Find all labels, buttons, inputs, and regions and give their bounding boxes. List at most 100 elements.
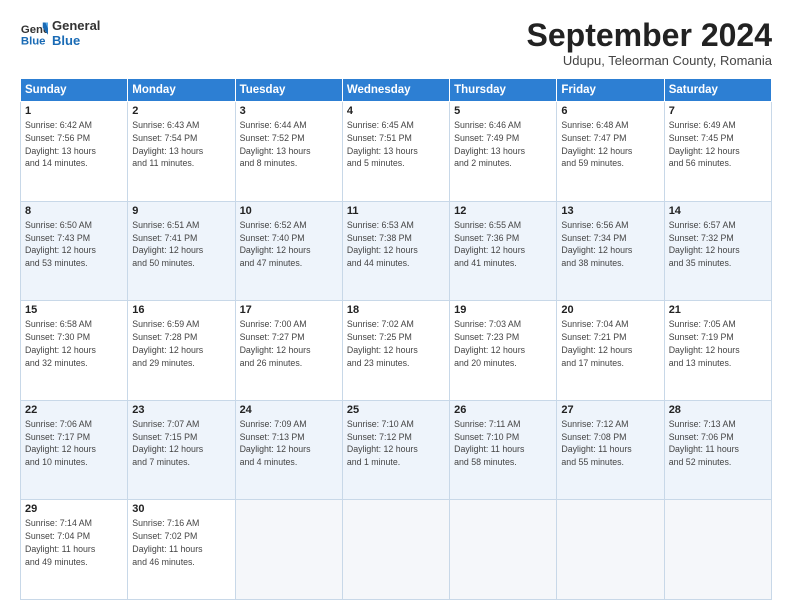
- info-line: Sunset: 7:34 PM: [561, 233, 626, 243]
- info-line: and 44 minutes.: [347, 258, 410, 268]
- info-line: Daylight: 11 hours: [132, 544, 202, 554]
- info-line: Sunrise: 7:05 AM: [669, 319, 736, 329]
- table-row: 20Sunrise: 7:04 AMSunset: 7:21 PMDayligh…: [557, 301, 664, 401]
- table-row: 11Sunrise: 6:53 AMSunset: 7:38 PMDayligh…: [342, 201, 449, 301]
- info-line: Sunrise: 6:49 AM: [669, 120, 736, 130]
- col-sunday: Sunday: [21, 79, 128, 102]
- table-row: 27 Sunrise: 7:12 AMSunset: 7:08 PMDayligh…: [557, 400, 664, 500]
- info-line: Sunrise: 6:46 AM: [454, 120, 521, 130]
- day-number: 18: [347, 304, 445, 316]
- info-line: Daylight: 12 hours: [561, 345, 632, 355]
- table-row: 19 Sunrise: 7:03 AMSunset: 7:23 PMDayligh…: [450, 301, 557, 401]
- day-info: Sunrise: 6:57 AMSunset: 7:32 PMDaylight:…: [669, 219, 767, 270]
- info-line: Sunrise: 6:43 AM: [132, 120, 199, 130]
- day-number: 1: [25, 105, 123, 117]
- table-row: [235, 500, 342, 600]
- col-tuesday: Tuesday: [235, 79, 342, 102]
- info-line: Sunset: 7:23 PM: [454, 332, 519, 342]
- info-line: Daylight: 13 hours: [240, 146, 311, 156]
- day-number: 4: [347, 105, 445, 117]
- info-line: Sunset: 7:41 PM: [132, 233, 197, 243]
- info-line: Sunset: 7:19 PM: [669, 332, 734, 342]
- day-info: Sunrise: 7:14 AMSunset: 7:04 PMDaylight:…: [25, 517, 123, 568]
- day-number: 25: [347, 404, 445, 416]
- title-block: September 2024 Udupu, Teleorman County, …: [527, 18, 772, 68]
- svg-text:Blue: Blue: [21, 35, 46, 47]
- day-number: 12: [454, 205, 552, 217]
- day-number: 24: [240, 404, 338, 416]
- info-line: Daylight: 11 hours: [669, 444, 739, 454]
- day-info: Sunrise: 7:00 AMSunset: 7:27 PMDaylight:…: [240, 318, 338, 369]
- info-line: Daylight: 11 hours: [454, 444, 524, 454]
- info-line: Sunset: 7:17 PM: [25, 432, 90, 442]
- day-info: Sunrise: 6:42 AMSunset: 7:56 PMDaylight:…: [25, 119, 123, 170]
- info-line: Sunrise: 7:13 AM: [669, 419, 736, 429]
- info-line: Sunset: 7:49 PM: [454, 133, 519, 143]
- day-info: Sunrise: 6:50 AMSunset: 7:43 PMDaylight:…: [25, 219, 123, 270]
- info-line: Daylight: 12 hours: [132, 345, 203, 355]
- info-line: Daylight: 11 hours: [25, 544, 95, 554]
- day-number: 7: [669, 105, 767, 117]
- info-line: and 5 minutes.: [347, 158, 405, 168]
- day-number: 2: [132, 105, 230, 117]
- info-line: and 38 minutes.: [561, 258, 624, 268]
- info-line: Sunrise: 7:16 AM: [132, 518, 199, 528]
- day-number: 21: [669, 304, 767, 316]
- day-number: 15: [25, 304, 123, 316]
- day-number: 19: [454, 304, 552, 316]
- info-line: Sunset: 7:06 PM: [669, 432, 734, 442]
- info-line: Daylight: 12 hours: [132, 444, 203, 454]
- info-line: Daylight: 12 hours: [669, 345, 740, 355]
- calendar: Sunday Monday Tuesday Wednesday Thursday…: [20, 78, 772, 600]
- info-line: Sunrise: 6:59 AM: [132, 319, 199, 329]
- info-line: Sunrise: 7:10 AM: [347, 419, 414, 429]
- table-row: 4Sunrise: 6:45 AMSunset: 7:51 PMDaylight…: [342, 102, 449, 202]
- info-line: Daylight: 12 hours: [454, 345, 525, 355]
- info-line: and 2 minutes.: [454, 158, 512, 168]
- day-info: Sunrise: 7:12 AMSunset: 7:08 PMDaylight:…: [561, 418, 659, 469]
- day-number: 22: [25, 404, 123, 416]
- info-line: Sunrise: 6:56 AM: [561, 220, 628, 230]
- calendar-row-4: 22Sunrise: 7:06 AMSunset: 7:17 PMDayligh…: [21, 400, 772, 500]
- calendar-row-2: 8Sunrise: 6:50 AMSunset: 7:43 PMDaylight…: [21, 201, 772, 301]
- page: General Blue General Blue September 2024…: [0, 0, 792, 612]
- col-monday: Monday: [128, 79, 235, 102]
- day-number: 11: [347, 205, 445, 217]
- info-line: Daylight: 12 hours: [669, 146, 740, 156]
- calendar-row-3: 15Sunrise: 6:58 AMSunset: 7:30 PMDayligh…: [21, 301, 772, 401]
- logo-icon: General Blue: [20, 19, 48, 47]
- table-row: 14Sunrise: 6:57 AMSunset: 7:32 PMDayligh…: [664, 201, 771, 301]
- table-row: 12Sunrise: 6:55 AMSunset: 7:36 PMDayligh…: [450, 201, 557, 301]
- table-row: 24 Sunrise: 7:09 AMSunset: 7:13 PMDayligh…: [235, 400, 342, 500]
- info-line: Sunset: 7:32 PM: [669, 233, 734, 243]
- info-line: and 55 minutes.: [561, 457, 624, 467]
- info-line: Daylight: 12 hours: [347, 345, 418, 355]
- logo-text: General Blue: [52, 18, 100, 48]
- day-info: Sunrise: 7:09 AMSunset: 7:13 PMDaylight:…: [240, 418, 338, 469]
- info-line: Daylight: 12 hours: [240, 245, 311, 255]
- info-line: Daylight: 12 hours: [25, 444, 96, 454]
- info-line: Daylight: 13 hours: [454, 146, 525, 156]
- info-line: Sunset: 7:38 PM: [347, 233, 412, 243]
- day-info: Sunrise: 6:56 AMSunset: 7:34 PMDaylight:…: [561, 219, 659, 270]
- info-line: and 20 minutes.: [454, 358, 517, 368]
- info-line: and 59 minutes.: [561, 158, 624, 168]
- table-row: [557, 500, 664, 600]
- info-line: and 35 minutes.: [669, 258, 732, 268]
- info-line: and 13 minutes.: [669, 358, 732, 368]
- info-line: Sunset: 7:36 PM: [454, 233, 519, 243]
- info-line: Sunset: 7:21 PM: [561, 332, 626, 342]
- table-row: 29Sunrise: 7:14 AMSunset: 7:04 PMDayligh…: [21, 500, 128, 600]
- day-info: Sunrise: 7:03 AMSunset: 7:23 PMDaylight:…: [454, 318, 552, 369]
- day-info: Sunrise: 6:44 AMSunset: 7:52 PMDaylight:…: [240, 119, 338, 170]
- table-row: 23Sunrise: 7:07 AMSunset: 7:15 PMDayligh…: [128, 400, 235, 500]
- table-row: 25Sunrise: 7:10 AMSunset: 7:12 PMDayligh…: [342, 400, 449, 500]
- info-line: Sunrise: 6:51 AM: [132, 220, 199, 230]
- info-line: Sunrise: 7:04 AM: [561, 319, 628, 329]
- table-row: 21 Sunrise: 7:05 AM Sunset: 7:19 PM Dayligh…: [664, 301, 771, 401]
- col-thursday: Thursday: [450, 79, 557, 102]
- info-line: Sunset: 7:02 PM: [132, 531, 197, 541]
- info-line: Sunset: 7:13 PM: [240, 432, 305, 442]
- day-number: 27: [561, 404, 659, 416]
- info-line: and 10 minutes.: [25, 457, 88, 467]
